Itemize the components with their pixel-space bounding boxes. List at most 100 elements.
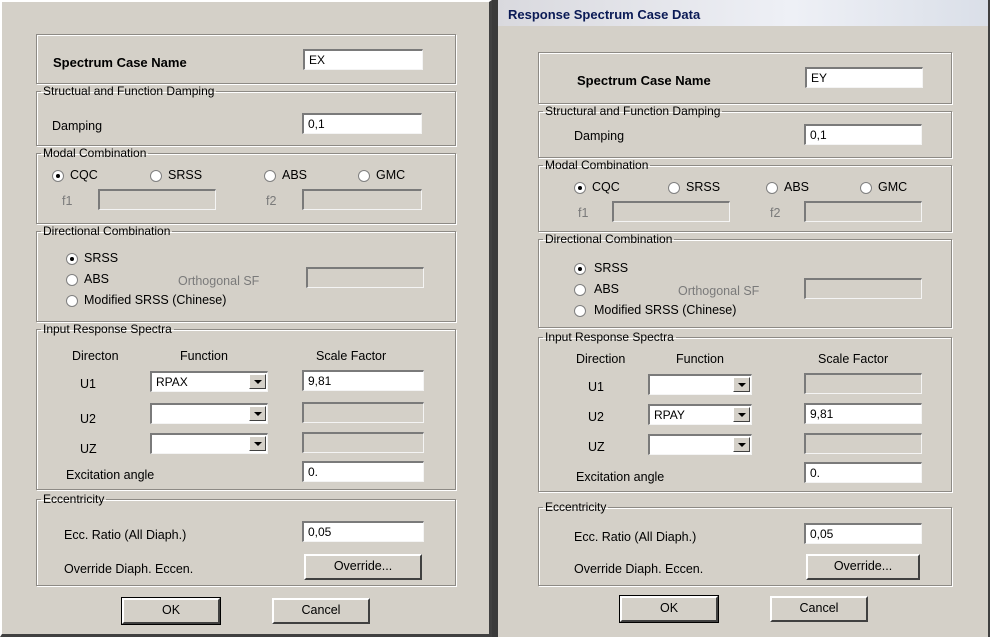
- dir-srss-radio[interactable]: [66, 253, 78, 265]
- window-title: Response Spectrum Case Data: [508, 7, 701, 22]
- row-u2-label: U2: [80, 412, 96, 426]
- modal-srss-radio[interactable]: [668, 182, 680, 194]
- title-bar: Response Spectrum Case Data: [498, 0, 988, 26]
- modal-combination-group: Modal Combination: [36, 146, 456, 224]
- right-dialog: Response Spectrum Case Data Spectrum Cas…: [498, 0, 990, 637]
- excitation-angle-input[interactable]: 0.: [804, 462, 922, 483]
- ecc-ratio-input[interactable]: 0,05: [804, 523, 922, 544]
- row-uz-label: UZ: [80, 442, 97, 456]
- uz-function-select[interactable]: [648, 434, 752, 455]
- modal-gmc-label: GMC: [878, 180, 908, 194]
- dir-abs-label: ABS: [84, 272, 110, 286]
- excitation-angle-label: Excitation angle: [66, 468, 155, 482]
- col-direction-header: Directon: [72, 349, 119, 363]
- col-scale-header: Scale Factor: [818, 352, 889, 366]
- modal-abs-radio[interactable]: [264, 170, 276, 182]
- dir-srss-label: SRSS: [594, 261, 629, 275]
- modal-srss-label: SRSS: [686, 180, 721, 194]
- f2-input: [302, 189, 422, 210]
- col-function-header: Function: [676, 352, 724, 366]
- dir-abs-label: ABS: [594, 282, 620, 296]
- modal-gmc-radio[interactable]: [860, 182, 872, 194]
- spectrum-case-name-label: Spectrum Case Name: [53, 55, 187, 70]
- u2-scale-input: [302, 402, 424, 423]
- override-button[interactable]: Override...: [806, 554, 920, 580]
- left-dialog: Spectrum Case Name EX Structual and Func…: [0, 0, 492, 637]
- row-u2-label: U2: [588, 410, 604, 424]
- modal-cqc-label: CQC: [70, 168, 98, 182]
- damping-input[interactable]: 0,1: [302, 113, 422, 134]
- case-name-panel: Spectrum Case Name EY: [538, 52, 952, 104]
- chevron-down-icon[interactable]: [733, 377, 750, 392]
- f1-label: f1: [62, 194, 73, 208]
- chevron-down-icon[interactable]: [733, 407, 750, 422]
- override-diaph-label: Override Diaph. Eccen.: [574, 562, 704, 576]
- damping-group-label: Structual and Function Damping: [43, 84, 215, 98]
- modal-gmc-radio[interactable]: [358, 170, 370, 182]
- u1-function-value: RPAX: [156, 375, 188, 389]
- f2-label: f2: [770, 206, 781, 220]
- col-scale-header: Scale Factor: [316, 349, 387, 363]
- cancel-button[interactable]: Cancel: [770, 596, 868, 622]
- chevron-down-icon[interactable]: [249, 374, 266, 389]
- dir-abs-radio[interactable]: [66, 274, 78, 286]
- uz-scale-input: [804, 433, 922, 454]
- dir-abs-radio[interactable]: [574, 284, 586, 296]
- f1-input: [612, 201, 730, 222]
- orthogonal-sf-label: Orthogonal SF: [178, 274, 260, 288]
- u2-function-select[interactable]: RPAY: [648, 404, 752, 425]
- chevron-down-icon[interactable]: [249, 406, 266, 421]
- cancel-button[interactable]: Cancel: [272, 598, 370, 624]
- modal-abs-radio[interactable]: [766, 182, 778, 194]
- modal-group-label: Modal Combination: [43, 146, 147, 160]
- dir-modified-srss-radio[interactable]: [574, 305, 586, 317]
- spectrum-case-name-input[interactable]: EX: [303, 49, 423, 70]
- u2-function-select[interactable]: [150, 403, 268, 424]
- modal-group-label: Modal Combination: [545, 158, 649, 172]
- chevron-down-icon[interactable]: [733, 437, 750, 452]
- u2-scale-input[interactable]: 9,81: [804, 403, 922, 424]
- f1-input: [98, 189, 216, 210]
- dir-srss-radio[interactable]: [574, 263, 586, 275]
- f2-label: f2: [266, 194, 277, 208]
- chevron-down-icon[interactable]: [249, 436, 266, 451]
- col-direction-header: Direction: [576, 352, 626, 366]
- override-diaph-label: Override Diaph. Eccen.: [64, 562, 194, 576]
- ok-button[interactable]: OK: [121, 597, 221, 625]
- row-u1-label: U1: [588, 380, 604, 394]
- damping-input[interactable]: 0,1: [804, 124, 922, 145]
- modal-cqc-radio[interactable]: [574, 182, 586, 194]
- dir-modified-srss-radio[interactable]: [66, 295, 78, 307]
- excitation-angle-input[interactable]: 0.: [302, 461, 424, 482]
- u1-scale-input: [804, 373, 922, 394]
- ecc-ratio-label: Ecc. Ratio (All Diaph.): [64, 528, 187, 542]
- orthogonal-sf-input: [306, 267, 424, 288]
- override-button[interactable]: Override...: [304, 554, 422, 580]
- dir-modified-srss-label: Modified SRSS (Chinese): [84, 293, 227, 307]
- u1-function-select[interactable]: RPAX: [150, 371, 268, 392]
- u1-function-select[interactable]: [648, 374, 752, 395]
- damping-group-label: Structural and Function Damping: [545, 104, 721, 118]
- uz-function-select[interactable]: [150, 433, 268, 454]
- excitation-angle-label: Excitation angle: [576, 470, 665, 484]
- row-uz-label: UZ: [588, 440, 605, 454]
- ecc-group-label: Eccentricity: [43, 492, 105, 506]
- dir-srss-label: SRSS: [84, 251, 119, 265]
- modal-cqc-radio[interactable]: [52, 170, 64, 182]
- f1-label: f1: [578, 206, 589, 220]
- orthogonal-sf-input: [804, 278, 922, 299]
- modal-srss-radio[interactable]: [150, 170, 162, 182]
- spectrum-case-name-input[interactable]: EY: [805, 67, 923, 88]
- case-name-panel: Spectrum Case Name EX: [36, 34, 456, 84]
- f2-input: [804, 201, 922, 222]
- col-function-header: Function: [180, 349, 228, 363]
- ecc-ratio-input[interactable]: 0,05: [302, 521, 424, 542]
- directional-group-label: Directional Combination: [43, 224, 171, 238]
- u1-scale-input[interactable]: 9,81: [302, 370, 424, 391]
- modal-gmc-label: GMC: [376, 168, 406, 182]
- ok-button[interactable]: OK: [619, 595, 719, 623]
- directional-group-label: Directional Combination: [545, 232, 673, 246]
- modal-abs-label: ABS: [282, 168, 308, 182]
- modal-srss-label: SRSS: [168, 168, 203, 182]
- u2-function-value: RPAY: [654, 408, 685, 422]
